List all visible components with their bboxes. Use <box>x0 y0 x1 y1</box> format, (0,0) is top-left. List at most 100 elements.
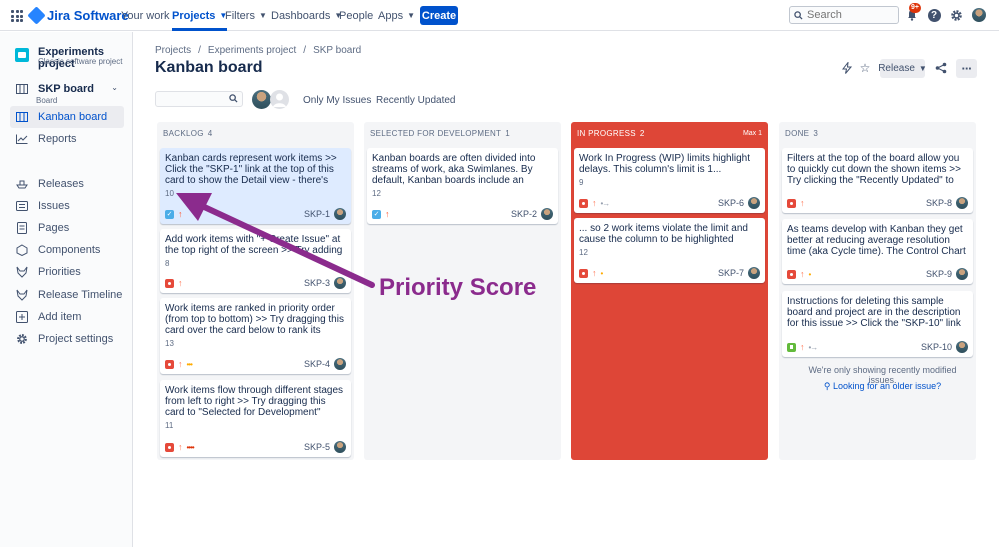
issue-key[interactable]: SKP-6 <box>718 198 744 208</box>
issue-card[interactable]: Add work items with "+ Create Issue" at … <box>160 229 351 293</box>
bug-type-icon <box>165 359 174 369</box>
nav-apps[interactable]: Apps ▼ <box>378 0 415 31</box>
sidebar-item-priorities[interactable]: Priorities <box>10 261 124 283</box>
help-glyph: ? <box>927 8 941 22</box>
board-switcher[interactable]: SKP board ⌄ <box>10 78 124 106</box>
release-button[interactable]: Release ▼ <box>878 59 927 78</box>
chevron-down-icon: ▼ <box>258 11 267 20</box>
issue-card[interactable]: Work items are ranked in priority order … <box>160 298 351 374</box>
unassigned-filter-avatar[interactable] <box>270 90 289 109</box>
issue-card[interactable]: Instructions for deleting this sample bo… <box>782 291 973 357</box>
priority-score-arrow-icon: •→ <box>600 198 611 208</box>
card-estimate: 11 <box>165 421 174 430</box>
page-icon <box>16 222 28 234</box>
sidebar-item-release-timeline[interactable]: Release Timeline <box>10 284 124 306</box>
card-footer: ↑ •→ SKP-6 <box>579 197 760 209</box>
issue-key[interactable]: SKP-8 <box>926 198 952 208</box>
card-summary: Instructions for deleting this sample bo… <box>787 296 961 329</box>
task-type-icon: ✓ <box>165 209 174 219</box>
issue-card[interactable]: Work In Progress (WIP) limits highlight … <box>574 148 765 213</box>
nav-dashboards[interactable]: Dashboards ▼ <box>271 0 342 31</box>
priority-medium-icon: ↑ <box>592 268 597 278</box>
issue-key[interactable]: SKP-3 <box>304 278 330 288</box>
priority-medium-icon: ↑ <box>800 269 805 279</box>
issue-card[interactable]: ... so 2 work items violate the limit an… <box>574 218 765 283</box>
column-count: 4 <box>207 129 213 138</box>
card-summary: As teams develop with Kanban they get be… <box>787 224 966 257</box>
sidebar-item-components[interactable]: Components <box>10 239 124 261</box>
breadcrumb-separator: / <box>198 45 201 56</box>
issue-card[interactable]: As teams develop with Kanban they get be… <box>782 219 973 284</box>
issue-key[interactable]: SKP-7 <box>718 268 744 278</box>
assignee-avatar <box>956 197 968 209</box>
card-estimate: 8 <box>165 259 170 268</box>
sidebar-item-kanban-board[interactable]: Kanban board <box>10 106 124 128</box>
issue-key[interactable]: SKP-1 <box>304 209 330 219</box>
component-icon <box>16 244 28 256</box>
card-footer: ↑ ••• SKP-4 <box>165 358 346 370</box>
issue-key[interactable]: SKP-5 <box>304 442 330 452</box>
recently-updated-filter[interactable]: Recently Updated <box>376 95 456 106</box>
nav-label: Projects <box>172 9 216 22</box>
issue-card[interactable]: Kanban boards are often divided into str… <box>367 148 558 224</box>
sidebar-item-issues[interactable]: Issues <box>10 195 124 217</box>
card-footer: ↑ •→ SKP-10 <box>787 341 968 353</box>
only-my-issues-filter[interactable]: Only My Issues <box>303 95 371 106</box>
priority-medium-icon: ↑ <box>178 278 183 288</box>
sidebar-item-label: Releases <box>38 178 84 190</box>
lightning-icon[interactable] <box>840 61 854 75</box>
help-icon[interactable]: ? <box>927 8 941 22</box>
issue-card[interactable]: Work items flow through different stages… <box>160 380 351 457</box>
card-footer: ↑ • SKP-7 <box>579 267 760 279</box>
breadcrumb-projects[interactable]: Projects <box>155 45 191 56</box>
older-issue-link[interactable]: ⚲ Looking for an older issue? <box>795 381 970 392</box>
create-button[interactable]: Create <box>420 6 458 25</box>
share-icon[interactable] <box>934 61 948 75</box>
nav-people[interactable]: People <box>339 0 373 31</box>
sidebar-item-project-settings[interactable]: Project settings <box>10 328 124 350</box>
sidebar-item-reports[interactable]: Reports <box>10 128 124 150</box>
issue-card[interactable]: Kanban cards represent work items >> Cli… <box>160 148 351 224</box>
card-footer: ↑ • SKP-9 <box>787 268 968 280</box>
breadcrumb-project[interactable]: Experiments project <box>208 45 296 56</box>
nav-projects[interactable]: Projects ▼ <box>172 0 228 31</box>
issue-key[interactable]: SKP-9 <box>926 269 952 279</box>
assignee-avatar <box>748 267 760 279</box>
user-avatar[interactable] <box>972 8 986 22</box>
issue-key[interactable]: SKP-2 <box>511 209 537 219</box>
issue-key[interactable]: SKP-4 <box>304 359 330 369</box>
top-navigation-bar: Jira Software Your work Projects ▼ Filter… <box>0 0 999 31</box>
column-title: DONE <box>785 129 810 138</box>
nav-filters[interactable]: Filters ▼ <box>225 0 267 31</box>
issue-card[interactable]: Filters at the top of the board allow yo… <box>782 148 973 213</box>
app-switcher-icon[interactable] <box>11 10 23 22</box>
sidebar-item-add-item[interactable]: Add item <box>10 306 124 328</box>
card-footer: ↑ SKP-3 <box>165 277 346 289</box>
global-search[interactable] <box>789 6 899 24</box>
priority-score-dots-icon: • <box>600 268 604 278</box>
search-input[interactable] <box>807 9 887 21</box>
breadcrumb-board[interactable]: SKP board <box>313 45 361 56</box>
more-actions-button[interactable]: ··· <box>956 59 977 78</box>
assignee-avatar <box>334 277 346 289</box>
chart-line-icon <box>16 133 28 145</box>
sidebar-item-pages[interactable]: Pages <box>10 217 124 239</box>
nav-your-work[interactable]: Your work <box>121 0 170 31</box>
jira-logo[interactable]: Jira Software <box>27 6 129 25</box>
board-filter-input[interactable] <box>155 91 243 107</box>
breadcrumb-separator: / <box>303 45 307 56</box>
search-icon <box>229 94 238 103</box>
gear-icon[interactable] <box>949 8 963 22</box>
star-icon[interactable]: ☆ <box>858 61 872 75</box>
priority-score-arrow-icon: •→ <box>808 342 819 352</box>
project-sidebar: Experiments project Classic software pro… <box>0 32 133 547</box>
sidebar-item-releases[interactable]: Releases <box>10 173 124 195</box>
sidebar-item-label: Add item <box>38 311 82 323</box>
board-icon <box>16 111 28 123</box>
issue-key[interactable]: SKP-10 <box>921 342 952 352</box>
card-footer: ✓ ↑ SKP-1 <box>165 208 346 220</box>
column-title: SELECTED FOR DEVELOPMENT <box>370 129 502 138</box>
assignee-avatar <box>956 268 968 280</box>
assignee-avatar <box>748 197 760 209</box>
assignee-filter-avatar[interactable] <box>252 90 271 109</box>
